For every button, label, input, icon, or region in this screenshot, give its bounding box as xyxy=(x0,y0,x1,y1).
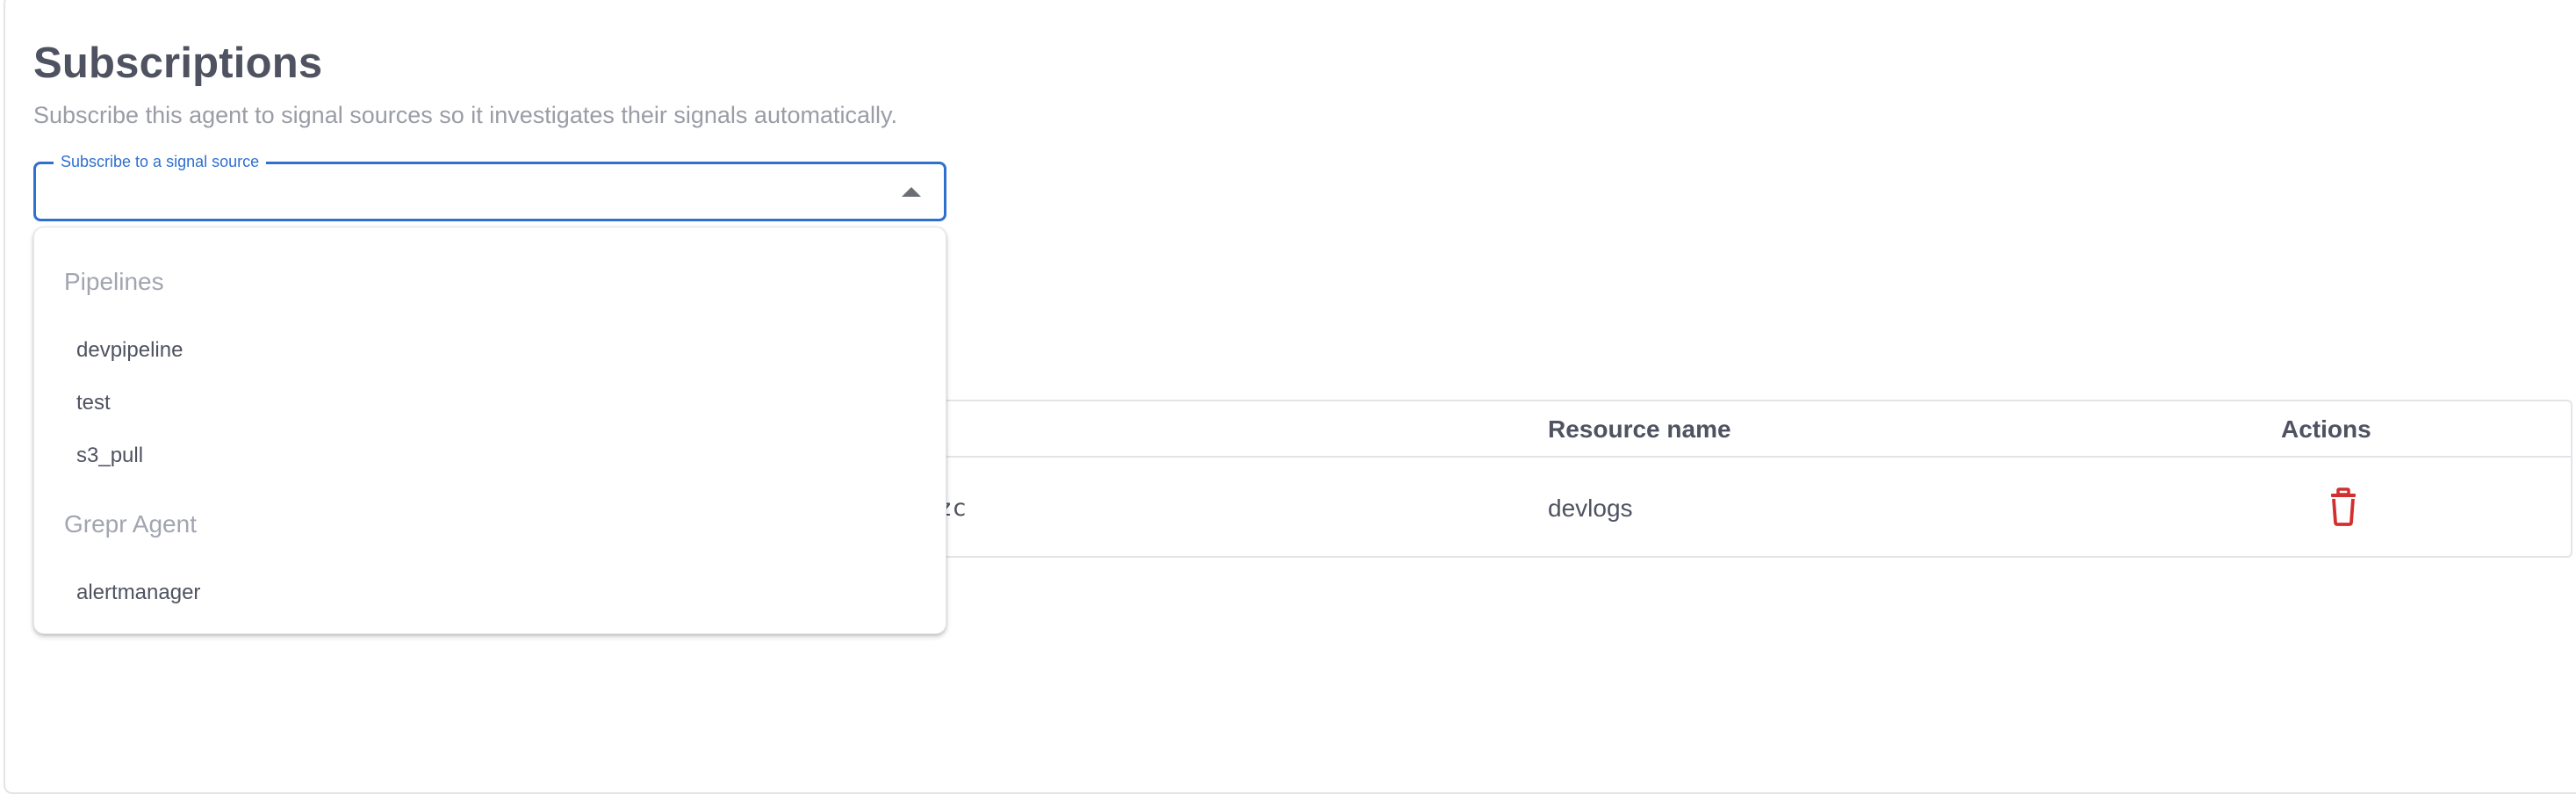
option-alertmanager[interactable]: alertmanager xyxy=(76,581,200,605)
option-test[interactable]: test xyxy=(76,391,111,415)
delete-subscription-button[interactable] xyxy=(2326,487,2361,526)
column-header-actions: Actions xyxy=(2281,415,2371,443)
cell-resource-name: devlogs xyxy=(1548,494,1633,522)
signal-source-dropdown: Pipelines devpipeline test s3_pull Grepr… xyxy=(33,227,946,634)
dropdown-group-pipelines: Pipelines xyxy=(64,268,164,295)
dropdown-group-grepr-agent: Grepr Agent xyxy=(64,510,197,538)
signal-source-select-label: Subscribe to a signal source xyxy=(54,150,267,173)
signal-source-select[interactable]: Subscribe to a signal source xyxy=(33,150,946,221)
page-title: Subscriptions xyxy=(33,40,323,87)
option-s3-pull[interactable]: s3_pull xyxy=(76,444,143,468)
caret-up-icon[interactable] xyxy=(902,187,921,197)
page-subtitle: Subscribe this agent to signal sources s… xyxy=(33,102,897,128)
trash-icon xyxy=(2331,487,2356,526)
option-devpipeline[interactable]: devpipeline xyxy=(76,338,183,363)
column-header-resource-name: Resource name xyxy=(1548,415,1731,443)
